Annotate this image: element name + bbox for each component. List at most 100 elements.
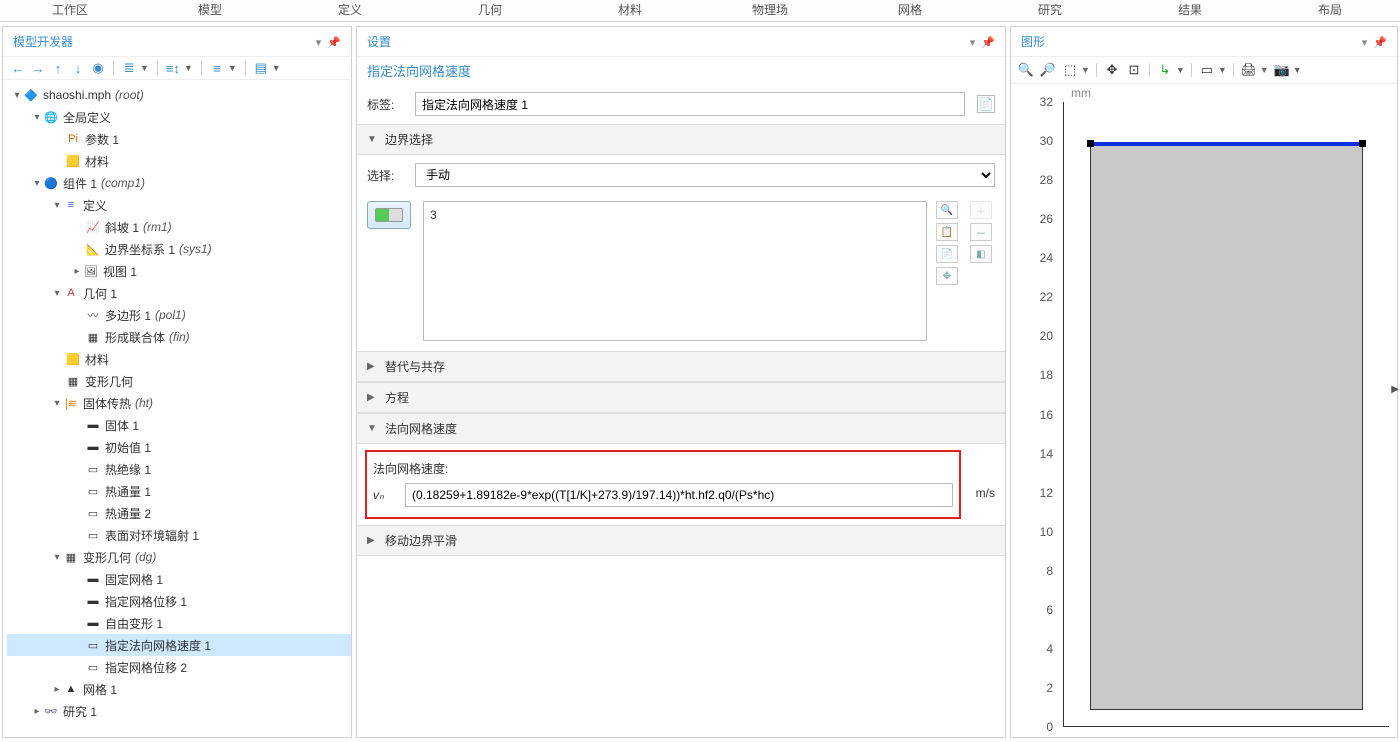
- nav-up-icon[interactable]: ↑: [51, 61, 65, 75]
- list-item[interactable]: 3: [430, 208, 920, 222]
- section-boundary-selection[interactable]: ▼边界选择: [357, 124, 1005, 155]
- pin-icon[interactable]: 📌: [327, 37, 341, 49]
- tree-materials2[interactable]: 🟨材料: [7, 348, 351, 370]
- expand-icon[interactable]: ≡↕: [166, 61, 180, 75]
- list2-icon[interactable]: ▤: [254, 61, 268, 75]
- remove-icon[interactable]: －: [970, 223, 992, 241]
- nav-back-icon[interactable]: ←: [11, 61, 25, 75]
- corner-handle[interactable]: [1359, 140, 1366, 147]
- zoom-in-icon[interactable]: 🔍: [1017, 61, 1035, 79]
- section-override[interactable]: ▶替代与共存: [357, 351, 1005, 382]
- disp-icon: ▬: [85, 593, 101, 609]
- tree-initial[interactable]: ▬初始值 1: [7, 436, 351, 458]
- collapse-icon[interactable]: ≣: [122, 61, 136, 75]
- zoom-box-icon[interactable]: ⬚: [1061, 61, 1079, 79]
- zoom-sel-icon[interactable]: 🔍: [936, 201, 958, 219]
- model-builder-title: 模型开发器: [13, 33, 73, 50]
- tree-study[interactable]: ▸👓研究 1: [7, 700, 351, 722]
- tree-component[interactable]: ▾🔵组件 1(comp1): [7, 172, 351, 194]
- print-icon[interactable]: 🖨: [1240, 61, 1258, 79]
- camera-icon[interactable]: 📷: [1273, 61, 1291, 79]
- plot-area[interactable]: mm 32302826242220181614121086420 ▶: [1011, 84, 1397, 737]
- show-icon[interactable]: ◉: [91, 61, 105, 75]
- tree-heatflux1[interactable]: ▭热通量 1: [7, 480, 351, 502]
- tree-normal-velocity[interactable]: ▭指定法向网格速度 1: [7, 634, 351, 656]
- move-icon[interactable]: ✥: [936, 267, 958, 285]
- tree-view[interactable]: ▸🖼视图 1: [7, 260, 351, 282]
- vn-input[interactable]: [405, 483, 953, 507]
- ribbon-study: 研究: [980, 0, 1120, 21]
- tree-definitions[interactable]: ▾≡定义: [7, 194, 351, 216]
- section-smooth[interactable]: ▶移动边界平滑: [357, 525, 1005, 556]
- tree-boundary-sys[interactable]: 📐边界坐标系 1(sys1): [7, 238, 351, 260]
- copy-icon[interactable]: 📋: [936, 223, 958, 241]
- selection-dropdown[interactable]: 手动: [415, 163, 995, 187]
- pin-icon[interactable]: 📌: [1373, 37, 1387, 49]
- tree-heatflux2[interactable]: ▭热通量 2: [7, 502, 351, 524]
- polygon-icon: 〰: [85, 307, 101, 323]
- dropdown-icon[interactable]: ▾: [970, 37, 976, 49]
- materials-icon: 🟨: [65, 153, 81, 169]
- nav-fwd-icon[interactable]: →: [31, 61, 45, 75]
- ht-icon: |≋: [63, 395, 79, 411]
- tag-link-icon[interactable]: 📄: [977, 95, 995, 113]
- corner-handle[interactable]: [1087, 140, 1094, 147]
- extents-icon[interactable]: ⊡: [1125, 61, 1143, 79]
- tree-global-def[interactable]: ▾🌐全局定义: [7, 106, 351, 128]
- unit-label: mm: [1071, 86, 1091, 100]
- vn-field-label: 法向网格速度:: [373, 460, 953, 477]
- y-tick-label: 4: [1046, 642, 1053, 656]
- y-tick-label: 22: [1040, 290, 1053, 304]
- highlight-icon[interactable]: ◧: [970, 245, 992, 263]
- tree-params[interactable]: Pi参数 1: [7, 128, 351, 150]
- tree-polygon[interactable]: 〰多边形 1(pol1): [7, 304, 351, 326]
- list-icon[interactable]: ≡: [210, 61, 224, 75]
- ribbon-mesh: 网格: [840, 0, 980, 21]
- pin-icon[interactable]: 📌: [981, 37, 995, 49]
- geometry-rectangle[interactable]: [1090, 143, 1363, 711]
- model-tree[interactable]: ▾🔷shaoshi.mph(root) ▾🌐全局定义 Pi参数 1 🟨材料 ▾🔵…: [3, 80, 351, 737]
- tree-deform-geom[interactable]: ▦变形几何: [7, 370, 351, 392]
- tree-mesh[interactable]: ▸▲网格 1: [7, 678, 351, 700]
- tree-radiation[interactable]: ▭表面对环境辐射 1: [7, 524, 351, 546]
- y-tick-label: 30: [1040, 134, 1053, 148]
- tree-insulation[interactable]: ▭热绝缘 1: [7, 458, 351, 480]
- tag-input[interactable]: [415, 92, 965, 116]
- vn-unit: m/s: [969, 486, 1005, 500]
- tree-heat-transfer[interactable]: ▾|≋固体传热(ht): [7, 392, 351, 414]
- tree-disp1[interactable]: ▬指定网格位移 1: [7, 590, 351, 612]
- section-normal-velocity[interactable]: ▼法向网格速度: [357, 413, 1005, 444]
- dropdown-icon[interactable]: ▾: [1362, 37, 1368, 49]
- tree-disp2[interactable]: ▭指定网格位移 2: [7, 656, 351, 678]
- tree-materials[interactable]: 🟨材料: [7, 150, 351, 172]
- selection-toggle[interactable]: [367, 201, 411, 229]
- view-icon[interactable]: ▭: [1198, 61, 1216, 79]
- y-tick-label: 10: [1040, 525, 1053, 539]
- y-tick-label: 6: [1046, 603, 1053, 617]
- section-equation[interactable]: ▶方程: [357, 382, 1005, 413]
- add-icon[interactable]: ＋: [970, 201, 992, 219]
- tree-union[interactable]: ▦形成联合体(fin): [7, 326, 351, 348]
- tree-free-deform[interactable]: ▬自由变形 1: [7, 612, 351, 634]
- dg-icon: ▦: [63, 549, 79, 565]
- ribbon-group-labels: 工作区 模型 定义 几何 材料 物理场 网格 研究 结果 布局: [0, 0, 1400, 22]
- tree-geometry[interactable]: ▾A几何 1: [7, 282, 351, 304]
- hf-icon: ▭: [85, 483, 101, 499]
- pan-icon[interactable]: ✥: [1103, 61, 1121, 79]
- y-axis: 32302826242220181614121086420: [1011, 102, 1057, 727]
- tree-ramp[interactable]: 📈斜坡 1(rm1): [7, 216, 351, 238]
- selection-list[interactable]: 3: [423, 201, 927, 341]
- nav-down-icon[interactable]: ↓: [71, 61, 85, 75]
- tree-root[interactable]: ▾🔷shaoshi.mph(root): [7, 84, 351, 106]
- tree-dg[interactable]: ▾▦变形几何(dg): [7, 546, 351, 568]
- axes-icon[interactable]: ↳: [1156, 61, 1174, 79]
- tree-fixed-mesh[interactable]: ▬固定网格 1: [7, 568, 351, 590]
- zoom-out-icon[interactable]: 🔎: [1039, 61, 1057, 79]
- tree-solid[interactable]: ▬固体 1: [7, 414, 351, 436]
- pi-icon: Pi: [65, 131, 81, 147]
- plot-canvas[interactable]: [1063, 102, 1389, 727]
- dropdown-icon[interactable]: ▾: [316, 37, 322, 49]
- selected-boundary[interactable]: [1089, 142, 1364, 146]
- ribbon-results: 结果: [1120, 0, 1260, 21]
- paste-icon[interactable]: 📄: [936, 245, 958, 263]
